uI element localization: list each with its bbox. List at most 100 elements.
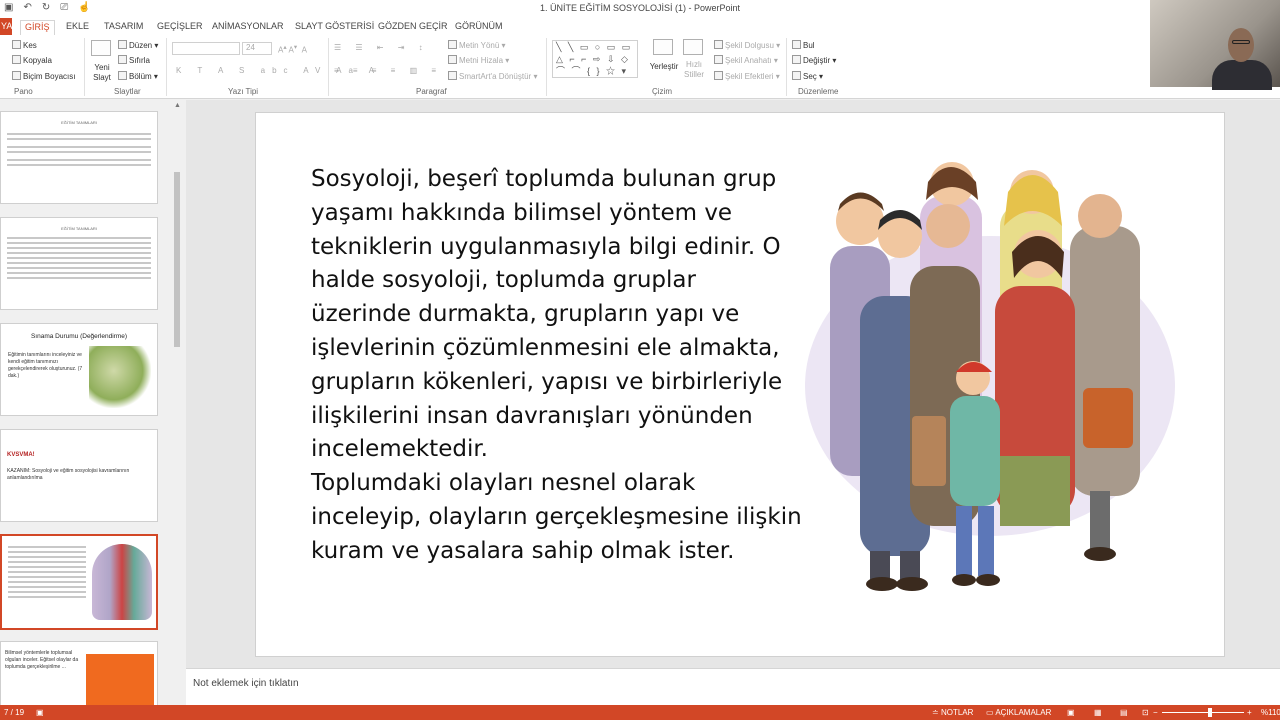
- tab-design[interactable]: TASARIM: [100, 20, 147, 35]
- text-line: [7, 159, 151, 161]
- group-label-pano: Pano: [14, 87, 33, 96]
- text-line: [8, 571, 86, 573]
- cut-button[interactable]: Kes: [12, 40, 37, 50]
- text-line: Sosyoloji, beşerî toplumda bulunan grup: [311, 166, 777, 192]
- shapes-gallery[interactable]: ╲ ╲ ▭ ○ ▭ ▭ △ ⌐ ⌐ ⇨ ⇩ ◇ ⌒ ⌒ { } ☆ ▾: [552, 40, 638, 78]
- layout-button[interactable]: Düzen ▾: [118, 40, 158, 50]
- normal-view-icon[interactable]: ▣: [1067, 708, 1075, 717]
- text-line: [7, 237, 151, 239]
- leg: [900, 551, 920, 581]
- tab-slideshow[interactable]: SLAYT GÖSTERİSİ: [291, 20, 378, 35]
- align-buttons[interactable]: ≡ ≡ ≡ ≡ ▥ ≡: [334, 66, 442, 75]
- scrollbar-thumb[interactable]: [174, 172, 180, 347]
- find-button[interactable]: Bul: [792, 40, 815, 50]
- tab-review[interactable]: GÖZDEN GEÇİR: [374, 20, 452, 35]
- status-bar: 7 / 19 ▣ ≐ NOTLAR ▭ AÇIKLAMALAR ▣ ▦ ▤ ⊡ …: [0, 705, 1280, 720]
- divider: [786, 38, 787, 96]
- leg: [1090, 491, 1110, 551]
- spellcheck-icon[interactable]: ▣: [36, 708, 44, 717]
- thumbnails-scrollbar[interactable]: ▲: [172, 100, 182, 705]
- list-buttons[interactable]: ☰ ☰ ⇤ ⇥ ↕: [334, 43, 429, 52]
- presenter-face: [1228, 28, 1254, 62]
- text-line: [8, 581, 86, 583]
- reading-view-icon[interactable]: ▤: [1120, 708, 1128, 717]
- shoe: [976, 574, 1000, 586]
- smartart-button[interactable]: SmartArt'a Dönüştür ▾: [448, 71, 537, 81]
- section-button[interactable]: Bölüm ▾: [118, 71, 158, 81]
- text-line: [8, 551, 86, 553]
- shape-outline-button[interactable]: Şekil Anahatı ▾: [714, 55, 778, 65]
- zoom-slider-handle[interactable]: [1208, 708, 1212, 717]
- copy-button[interactable]: Kopyala: [12, 55, 52, 65]
- tab-insert[interactable]: EKLE: [62, 20, 93, 35]
- shape-effects-button[interactable]: Şekil Efektleri ▾: [714, 71, 780, 81]
- format-painter-label: Biçim Boyacısı: [23, 72, 76, 81]
- tab-view[interactable]: GÖRÜNÜM: [451, 20, 507, 35]
- slide-thumbnail[interactable]: EĞİTİM TANIMLARI: [0, 111, 158, 204]
- new-slide-label: Yeni Slayt: [93, 63, 111, 82]
- slide-thumbnail[interactable]: Sınama Durumu (Değerlendirme) Eğitimin t…: [0, 323, 158, 416]
- people-group-illustration: [805, 162, 1175, 591]
- zoom-slider[interactable]: [1162, 712, 1244, 713]
- slide-thumbnail[interactable]: KVSVMA! KAZANIM: Sosyoloji ve eğitim sos…: [0, 429, 158, 522]
- thumbnail-image: [92, 544, 152, 620]
- replace-icon: [792, 55, 801, 64]
- text-direction-button[interactable]: Metin Yönü ▾: [448, 40, 506, 50]
- format-painter-button[interactable]: Biçim Boyacısı: [12, 71, 75, 81]
- slide-sorter-icon[interactable]: ▦: [1094, 708, 1102, 717]
- thumbnail-title: EĞİTİM TANIMLARI: [61, 120, 97, 125]
- zoom-out-icon[interactable]: −: [1153, 708, 1158, 717]
- layout-label: Düzen: [129, 41, 153, 50]
- tab-home[interactable]: GİRİŞ: [20, 20, 55, 35]
- divider: [84, 38, 85, 96]
- new-slide-button[interactable]: Yeni Slayt: [90, 40, 114, 83]
- select-button[interactable]: Seç ▾: [792, 71, 823, 81]
- align-text-button[interactable]: Metni Hizala ▾: [448, 55, 509, 65]
- slideshow-view-icon[interactable]: ⊡: [1142, 708, 1149, 717]
- scissors-icon: [12, 40, 21, 49]
- slide-body-text[interactable]: Sosyoloji, beşerî toplumda bulunan grup …: [311, 163, 802, 569]
- font-family-select[interactable]: [172, 42, 240, 55]
- notes-toggle[interactable]: ≐ NOTLAR: [932, 708, 973, 717]
- slide-thumbnail[interactable]: EĞİTİM TANIMLARI: [0, 217, 158, 310]
- shoe: [1084, 547, 1116, 561]
- thumbnail-text: KAZANIM: Sosyoloji ve eğitim sosyolojisi…: [7, 468, 130, 481]
- quick-styles-button[interactable]: Hızlı Stiller: [682, 39, 706, 80]
- slide-thumbnail[interactable]: Bilimsel yöntemlerle toplumsal olguları …: [0, 641, 158, 705]
- tab-animations[interactable]: ANİMASYONLAR: [208, 20, 288, 35]
- presenter-body: [1212, 60, 1272, 90]
- shape-fill-button[interactable]: Şekil Dolgusu ▾: [714, 40, 780, 50]
- text-direction-icon: [448, 40, 457, 49]
- slide-counter: 7 / 19: [4, 708, 25, 717]
- thumbnail-text: Bilimsel yöntemlerle toplumsal olguları …: [5, 650, 79, 670]
- slide-thumbnails-pane: EĞİTİM TANIMLARI EĞİTİM TANIMLARI Sınama…: [0, 100, 185, 705]
- arrange-button[interactable]: Yerleştir: [648, 39, 680, 71]
- font-size-value: 24: [246, 43, 255, 52]
- tab-file[interactable]: YA: [0, 18, 12, 35]
- zoom-in-icon[interactable]: +: [1247, 708, 1252, 717]
- font-size-select[interactable]: 24: [242, 42, 272, 55]
- shopping-bag: [912, 416, 946, 486]
- divider: [328, 38, 329, 96]
- grow-font-button[interactable]: A▴ A▾ A: [278, 43, 307, 55]
- copy-label: Kopyala: [23, 56, 52, 65]
- reset-button[interactable]: Sıfırla: [118, 55, 150, 65]
- slide-thumbnail-selected[interactable]: [0, 534, 158, 630]
- title-bar: ▣ ↶ ↻ ⎚ ☝ 1. ÜNİTE EĞİTİM SOSYOLOJİSİ (1…: [0, 0, 1280, 18]
- shape-outline-label: Şekil Anahatı: [725, 56, 772, 65]
- group-label-drawing: Çizim: [652, 87, 672, 96]
- text-direction-label: Metin Yönü: [459, 41, 500, 50]
- scroll-up-icon[interactable]: ▲: [174, 102, 181, 109]
- presenter-glasses: [1232, 40, 1250, 44]
- replace-button[interactable]: Değiştir ▾: [792, 55, 836, 65]
- notes-pane[interactable]: Not eklemek için tıklatın: [186, 668, 1280, 705]
- skirt: [1000, 456, 1070, 526]
- person-head: [1078, 194, 1122, 238]
- text-line: [8, 586, 86, 588]
- zoom-level[interactable]: %110: [1261, 708, 1280, 717]
- comments-toggle[interactable]: ▭ AÇIKLAMALAR: [986, 708, 1051, 717]
- text-line: Toplumdaki olayları nesnel olarak: [311, 470, 696, 497]
- tab-transitions[interactable]: GEÇİŞLER: [153, 20, 207, 35]
- leg: [870, 551, 890, 581]
- notes-placeholder: Not eklemek için tıklatın: [193, 678, 299, 689]
